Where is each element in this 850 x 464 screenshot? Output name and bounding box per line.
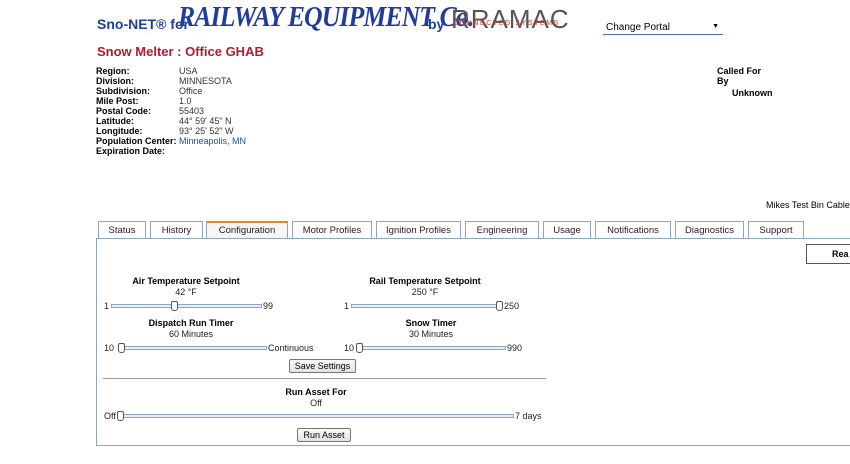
info-row: Postal Code: 55403 xyxy=(96,106,246,116)
rail-temp-title: Rail Temperature Setpoint xyxy=(369,276,481,286)
called-for-value: Unknown xyxy=(732,88,773,98)
info-row: Latitude: 44° 59' 45" N xyxy=(96,116,246,126)
called-for-line2: By xyxy=(717,76,729,86)
info-value: 55403 xyxy=(179,106,205,116)
snow-timer-value: 30 Minutes xyxy=(408,329,454,339)
tab-diagnostics[interactable]: Diagnostics xyxy=(675,221,744,238)
rramac-logo-subtitle: CONNECTED SYSTEMS xyxy=(453,20,560,27)
info-value: 44° 59' 45" N xyxy=(179,116,232,126)
rail-temp-slider-handle[interactable] xyxy=(496,301,503,311)
snow-timer-min: 10 xyxy=(344,343,355,353)
snow-timer-max: 990 xyxy=(507,343,523,353)
info-label: Subdivision: xyxy=(96,86,150,96)
tab-notifications[interactable]: Notifications xyxy=(595,221,671,238)
rail-temp-slider[interactable] xyxy=(351,304,503,308)
rail-temp-min: 1 xyxy=(344,301,350,311)
run-asset-value: Off xyxy=(310,398,322,408)
change-portal-select[interactable]: Change Portal ▼ xyxy=(603,20,723,35)
read-button[interactable]: Rea xyxy=(806,244,850,264)
run-asset-button[interactable]: Run Asset xyxy=(297,428,351,442)
tab-support[interactable]: Support xyxy=(748,221,804,238)
cable-name: Mikes Test Bin Cable xyxy=(766,200,850,210)
rail-temp-max: 250 xyxy=(504,301,520,311)
info-value: 93° 25' 52" W xyxy=(179,126,234,136)
info-row: Region: USA xyxy=(96,66,246,76)
brand-prefix: Sno-NET® for xyxy=(97,16,189,32)
run-asset-slider[interactable] xyxy=(117,414,514,418)
info-row: Longitude: 93° 25' 52" W xyxy=(96,126,246,136)
called-for-line1: Called For xyxy=(717,66,762,76)
dispatch-timer-title: Dispatch Run Timer xyxy=(148,318,234,328)
chevron-down-icon: ▼ xyxy=(712,23,719,30)
info-value: 1.0 xyxy=(179,96,192,106)
snow-timer-slider-handle[interactable] xyxy=(356,343,363,353)
tab-history[interactable]: History xyxy=(150,221,203,238)
tab-status[interactable]: Status xyxy=(98,221,146,238)
rramac-logo-text: RRAMAC xyxy=(451,4,570,34)
info-label: Latitude: xyxy=(96,116,134,126)
info-row: Mile Post: 1.0 xyxy=(96,96,246,106)
info-label: Mile Post: xyxy=(96,96,139,106)
info-row: Population Center: Minneapolis, MN xyxy=(96,136,246,146)
info-row: Division: MINNESOTA xyxy=(96,76,246,86)
brand-by: by xyxy=(428,16,445,32)
snow-timer-slider[interactable] xyxy=(356,346,506,350)
save-settings-button[interactable]: Save Settings xyxy=(289,359,356,373)
dispatch-timer-slider-handle[interactable] xyxy=(118,343,125,353)
info-label: Region: xyxy=(96,66,130,76)
info-label: Population Center: xyxy=(96,136,177,146)
run-asset-title: Run Asset For xyxy=(285,387,347,397)
run-asset-slider-handle[interactable] xyxy=(117,411,124,421)
info-label: Longitude: xyxy=(96,126,143,136)
called-for-label: Called For By xyxy=(717,66,761,86)
dispatch-timer-min: 10 xyxy=(104,343,115,353)
info-label: Division: xyxy=(96,76,135,86)
section-divider xyxy=(103,378,546,379)
snow-timer-title: Snow Timer xyxy=(405,318,457,328)
dispatch-timer-max: Continuous xyxy=(268,343,314,353)
dispatch-timer-slider[interactable] xyxy=(118,346,267,350)
info-label: Postal Code: xyxy=(96,106,152,116)
tab-ignition-profiles[interactable]: Ignition Profiles xyxy=(376,221,461,238)
air-temp-min: 1 xyxy=(104,301,110,311)
air-temp-value: 42 °F xyxy=(175,287,197,297)
change-portal-value: Change Portal xyxy=(606,22,670,33)
air-temp-slider-handle[interactable] xyxy=(171,301,179,311)
air-temp-slider[interactable] xyxy=(111,304,262,308)
rail-temp-value: 250 °F xyxy=(411,287,439,297)
tab-engineering[interactable]: Engineering xyxy=(465,221,539,238)
tab-configuration[interactable]: Configuration xyxy=(206,221,288,239)
run-asset-min: Off xyxy=(104,411,116,421)
info-row: Subdivision: Office xyxy=(96,86,246,96)
tab-usage[interactable]: Usage xyxy=(543,221,591,238)
info-value: USA xyxy=(179,66,198,76)
tab-motor-profiles[interactable]: Motor Profiles xyxy=(292,221,372,238)
dispatch-timer-value: 60 Minutes xyxy=(168,329,214,339)
air-temp-title: Air Temperature Setpoint xyxy=(132,276,240,286)
population-center-link[interactable]: Minneapolis, MN xyxy=(179,136,246,146)
asset-info: Region: USA Division: MINNESOTA Subdivisio… xyxy=(96,66,246,156)
info-value: Office xyxy=(179,86,203,96)
info-label: Expiration Date: xyxy=(96,146,166,156)
page-title: Snow Melter : Office GHAB xyxy=(97,44,264,59)
info-row: Expiration Date: xyxy=(96,146,246,156)
info-value: MINNESOTA xyxy=(179,76,232,86)
air-temp-max: 99 xyxy=(263,301,274,311)
run-asset-max: 7 days xyxy=(515,411,542,421)
